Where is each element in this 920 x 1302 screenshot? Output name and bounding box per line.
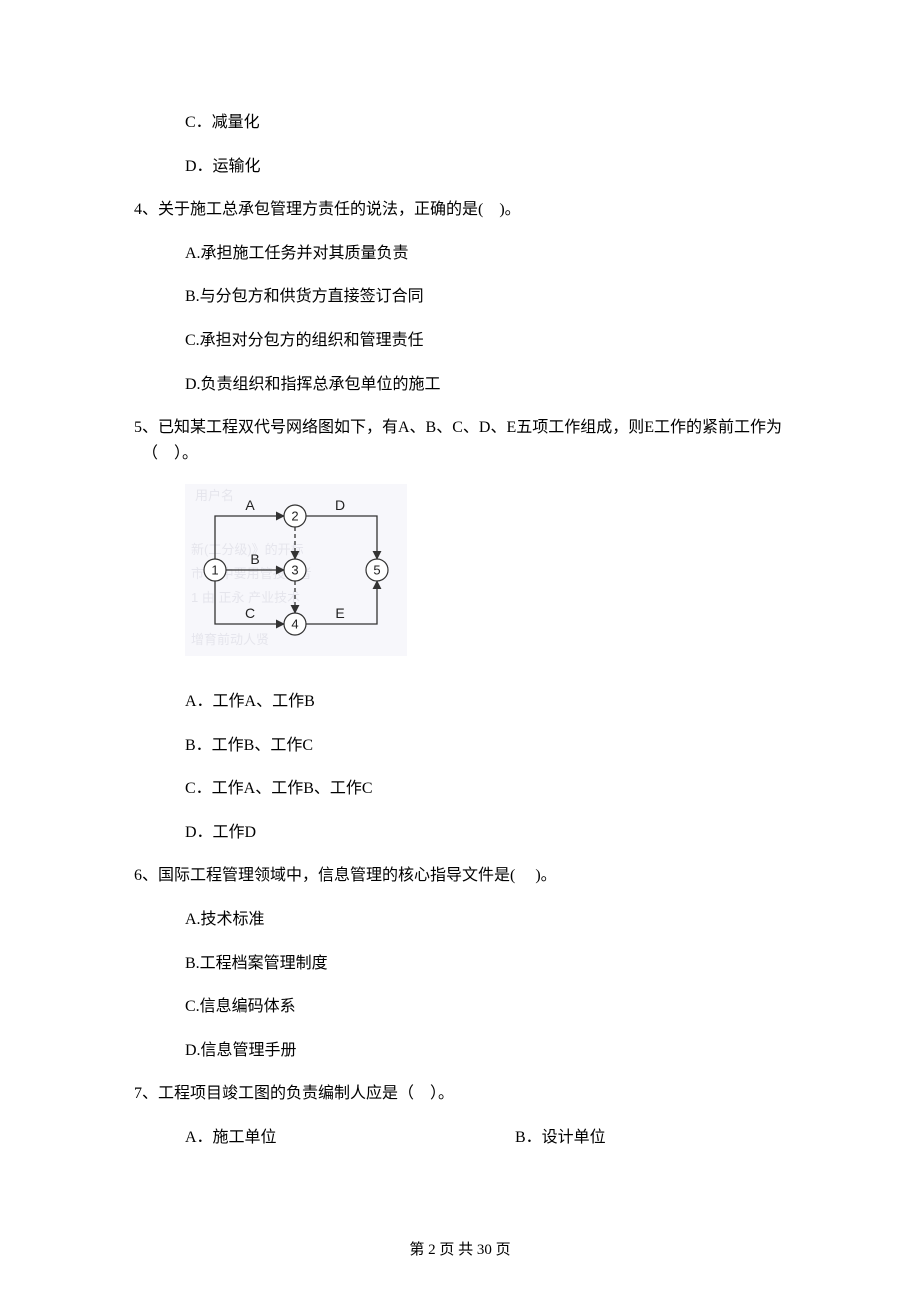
q6-option-b: B.工程档案管理制度 — [130, 951, 790, 977]
edge-label-d: D — [335, 497, 345, 513]
q4-option-b: B.与分包方和供货方直接签订合同 — [130, 284, 790, 310]
node-3: 3 — [291, 563, 298, 578]
q6-option-c: C.信息编码体系 — [130, 994, 790, 1020]
q6-option-a: A.技术标准 — [130, 907, 790, 933]
node-5: 5 — [373, 563, 380, 578]
page: C．减量化 D．运输化 4、关于施工总承包管理方责任的说法，正确的是( )。 A… — [0, 0, 920, 1302]
q5-option-d: D．工作D — [130, 820, 790, 846]
edge-label-b: B — [250, 551, 259, 567]
q4-option-d: D.负责组织和指挥总承包单位的施工 — [130, 372, 790, 398]
q5-option-a: A．工作A、工作B — [130, 689, 790, 715]
q7-option-b: B．设计单位 — [515, 1125, 790, 1151]
edge-label-c: C — [245, 605, 255, 621]
q5-option-c: C．工作A、工作B、工作C — [130, 776, 790, 802]
q7-stem: 7、工程项目竣工图的负责编制人应是（ ）。 — [130, 1081, 790, 1107]
node-1: 1 — [211, 563, 218, 578]
svg-text:用户名: 用户名 — [195, 488, 234, 503]
node-2: 2 — [291, 509, 298, 524]
svg-text:新(工分级)》的开标: 新(工分级)》的开标 — [191, 542, 304, 557]
q4-option-a: A.承担施工任务并对其质量负责 — [130, 241, 790, 267]
q5-diagram: 用户名 新(工分级)》的开标 市 正中要用管投资者 1 由 正永 产业技术 增育… — [130, 484, 790, 665]
edge-label-e: E — [335, 605, 344, 621]
q6-stem: 6、国际工程管理领域中，信息管理的核心指导文件是( )。 — [130, 863, 790, 889]
page-footer: 第 2 页 共 30 页 — [0, 1238, 920, 1262]
q6-option-d: D.信息管理手册 — [130, 1038, 790, 1064]
q4-option-c: C.承担对分包方的组织和管理责任 — [130, 328, 790, 354]
q5-stem: 5、已知某工程双代号网络图如下，有A、B、C、D、E五项工作组成，则E工作的紧前… — [130, 415, 790, 466]
svg-text:1 由 正永 产业技术: 1 由 正永 产业技术 — [191, 590, 300, 605]
node-4: 4 — [291, 617, 298, 632]
q3-option-c: C．减量化 — [130, 110, 790, 136]
q5-option-b: B．工作B、工作C — [130, 733, 790, 759]
network-diagram-svg: 用户名 新(工分级)》的开标 市 正中要用管投资者 1 由 正永 产业技术 增育… — [185, 484, 407, 656]
q7-option-a: A．施工单位 — [185, 1125, 515, 1151]
edge-label-a: A — [245, 497, 255, 513]
svg-text:增育前动人贤: 增育前动人贤 — [191, 632, 269, 647]
q7-options-row: A．施工单位 B．设计单位 — [130, 1125, 790, 1151]
q4-stem: 4、关于施工总承包管理方责任的说法，正确的是( )。 — [130, 197, 790, 223]
q3-option-d: D．运输化 — [130, 154, 790, 180]
